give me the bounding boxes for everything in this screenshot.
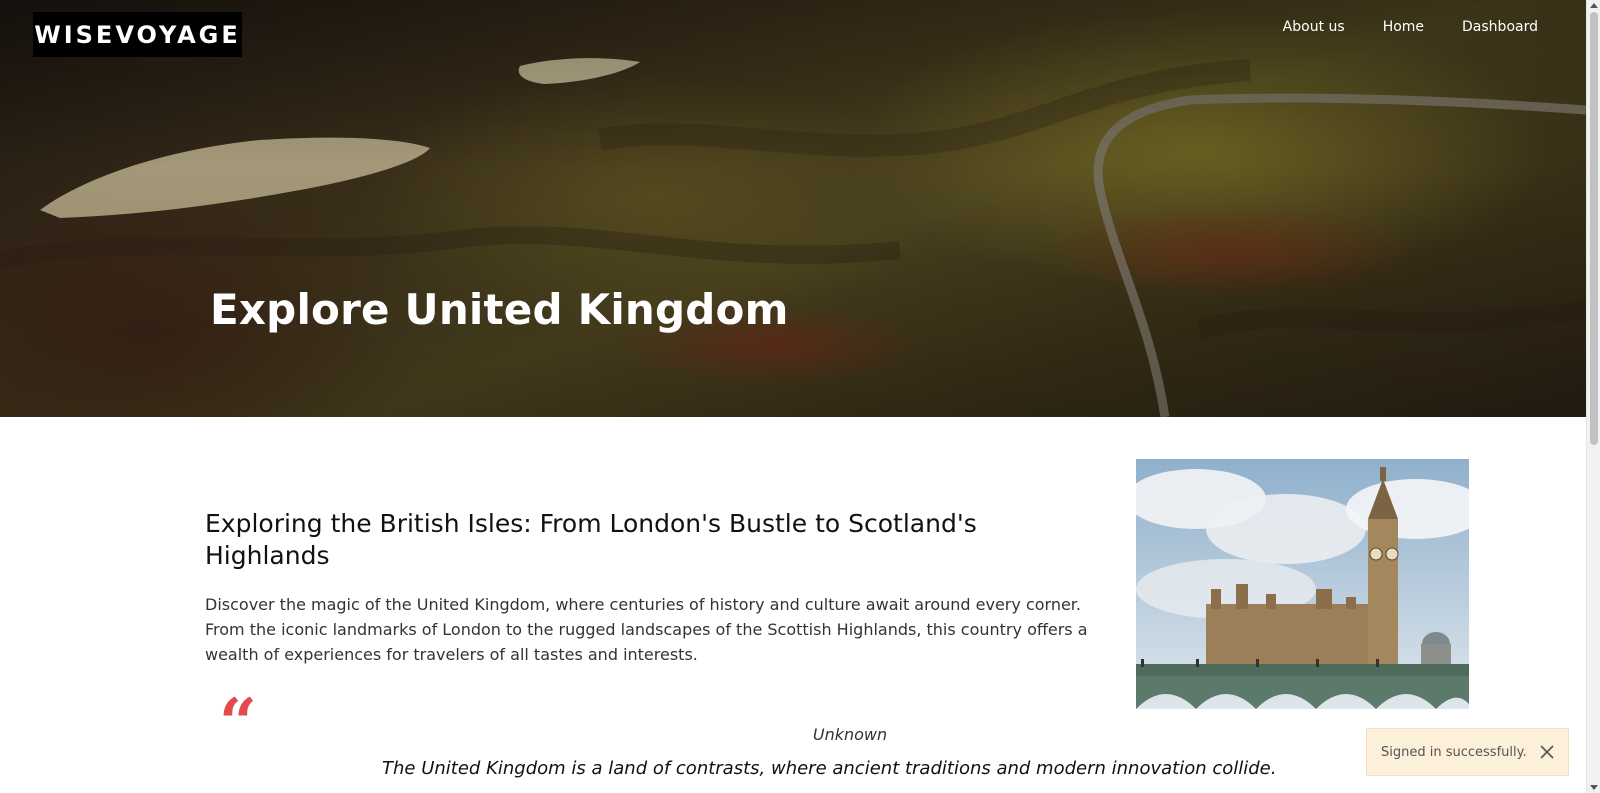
quote-text: The United Kingdom is a land of contrast… [382, 758, 1277, 779]
main-nav: About us Home Dashboard [1283, 19, 1538, 35]
scroll-down-icon[interactable] [1590, 785, 1598, 790]
quote-author-text: Unknown [812, 725, 888, 744]
toast-message: Signed in successfully. [1381, 744, 1527, 760]
scroll-up-icon[interactable] [1590, 3, 1598, 8]
scroll-thumb[interactable] [1590, 12, 1598, 445]
article-body: Discover the magic of the United Kingdom… [205, 595, 1088, 664]
big-ben-photo [1136, 459, 1469, 709]
nav-about-us[interactable]: About us [1283, 19, 1345, 35]
close-icon[interactable] [1538, 743, 1556, 761]
quote-mark-icon: “ [219, 684, 257, 762]
vertical-scrollbar[interactable] [1586, 0, 1600, 793]
hero-banner: WISEVOYAGE About us Home Dashboard Explo… [0, 0, 1586, 417]
signin-toast: Signed in successfully. [1366, 728, 1569, 776]
logo[interactable]: WISEVOYAGE [33, 12, 242, 57]
article-heading: Exploring the British Isles: From London… [205, 509, 977, 570]
quote-author: Unknown [0, 725, 1600, 744]
hero-title: Explore United Kingdom [210, 285, 789, 334]
nav-home[interactable]: Home [1383, 19, 1424, 35]
nav-dashboard[interactable]: Dashboard [1462, 19, 1538, 35]
